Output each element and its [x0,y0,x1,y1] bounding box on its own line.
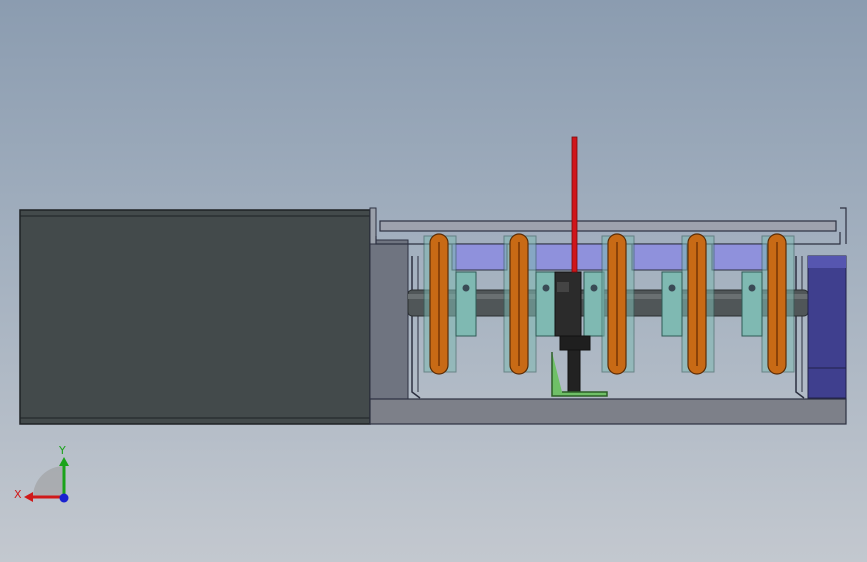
flange-rim [369,207,377,245]
top-cover-bar [379,220,837,232]
left-wall [411,256,421,399]
x-axis-arrow [24,492,33,502]
indicator-needle[interactable] [571,136,578,273]
clamp-base [559,335,591,351]
hub [583,271,605,337]
x-axis-label: X [14,488,22,501]
hub [535,271,557,337]
hub-bolt [462,284,470,292]
right-wall [795,256,805,399]
motor-housing [19,209,371,425]
axis-triad: Y X [14,444,69,503]
flange-plate [369,239,409,401]
end-block[interactable] [807,255,847,399]
end-block-top [807,255,847,369]
triad-sector [33,466,64,497]
hub-bolt [668,284,676,292]
guide-plate [451,243,508,271]
end-block-shade [808,256,846,268]
hub [661,271,683,337]
z-axis-dot [59,493,69,503]
cad-viewport[interactable] [0,0,867,562]
clamp-body [554,271,582,337]
hub-bolt [590,284,598,292]
hub-bolt [542,284,550,292]
hub [741,271,763,337]
clamp-nub [557,282,569,292]
motor-body[interactable] [19,209,371,425]
guide-plate [631,243,688,271]
hub-bolt [748,284,756,292]
guide-plate [711,243,768,271]
clamp-stem [567,349,581,395]
hub [455,271,477,337]
base-plate[interactable] [369,398,847,425]
end-block-bottom [807,367,847,399]
right-end-cap [840,207,847,244]
y-axis-label: Y [58,444,66,457]
y-axis-arrow [59,457,69,466]
